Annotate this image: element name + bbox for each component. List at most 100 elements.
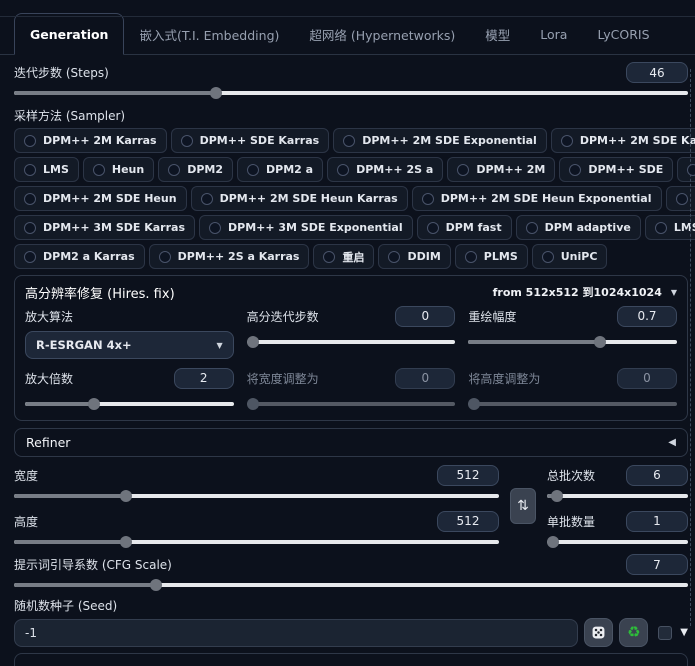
tab-generation[interactable]: Generation xyxy=(14,13,124,55)
refiner-accordion[interactable]: Refiner ◀ xyxy=(14,428,688,457)
random-seed-button[interactable] xyxy=(584,618,613,647)
resize-height-slider[interactable] xyxy=(468,397,677,410)
sampler-option[interactable]: LMS Karras xyxy=(645,215,695,240)
radio-icon xyxy=(542,251,554,263)
upscaler-value: R-ESRGAN 4x+ xyxy=(36,338,132,352)
sampler-option[interactable]: DPM++ 2M SDE Karras xyxy=(551,128,695,153)
sampler-option[interactable]: DPM++ 2S a xyxy=(327,157,443,182)
sampler-option-label: DPM++ 2M SDE Exponential xyxy=(362,134,537,147)
sampler-option[interactable]: DPM++ 2S a Karras xyxy=(149,244,310,269)
seed-label: 随机数种子 (Seed) xyxy=(14,597,688,614)
cfg-input[interactable] xyxy=(626,554,688,575)
sampler-option[interactable]: DPM++ 2M SDE Heun Exponential xyxy=(412,186,662,211)
height-slider[interactable] xyxy=(14,535,499,548)
tab-embedding[interactable]: 嵌入式(T.I. Embedding) xyxy=(124,14,294,54)
sampler-option[interactable]: DPM++ 2M SDE xyxy=(677,157,695,182)
radio-icon xyxy=(181,135,193,147)
sampler-option[interactable]: DPM++ 2M SDE Heun xyxy=(14,186,187,211)
width-label: 宽度 xyxy=(14,467,38,484)
batch-size-input[interactable] xyxy=(626,511,688,532)
swap-dimensions-button[interactable]: ⇅ xyxy=(510,488,536,524)
dimensions-column: 宽度 高度 xyxy=(14,464,499,548)
upscale-by-input[interactable] xyxy=(174,368,234,389)
sampler-option[interactable]: DPM++ 2M SDE Heun Karras xyxy=(191,186,408,211)
sampler-option[interactable]: DPM++ 3M SDE Karras xyxy=(14,215,195,240)
resize-height-label: 将高度调整为 xyxy=(468,370,540,387)
sampler-option[interactable]: DPM++ SDE xyxy=(559,157,673,182)
tab-model[interactable]: 模型 xyxy=(470,14,525,54)
sampler-option[interactable]: Heun xyxy=(83,157,154,182)
extra-seed-checkbox[interactable] xyxy=(658,626,672,640)
steps-input[interactable] xyxy=(626,62,688,83)
radio-icon xyxy=(24,164,36,176)
resize-width-slider[interactable] xyxy=(247,397,456,410)
sampler-option[interactable]: DPM2 a xyxy=(237,157,323,182)
resize-width-input[interactable] xyxy=(395,368,455,389)
batch-size-slider[interactable] xyxy=(547,535,688,548)
batch-count-input[interactable] xyxy=(626,465,688,486)
radio-icon xyxy=(676,193,688,205)
reuse-seed-button[interactable]: ♻ xyxy=(619,618,648,647)
sampler-option[interactable]: DPM fast xyxy=(417,215,512,240)
sampler-option-label: DDIM xyxy=(407,250,440,263)
hires-steps-label: 高分迭代步数 xyxy=(247,308,319,325)
sampler-options: DPM++ 2M Karras DPM++ SDE Karras DPM++ 2… xyxy=(14,128,688,269)
sampler-option[interactable]: 重启 xyxy=(313,244,374,269)
sampler-option[interactable]: DPM2 xyxy=(158,157,233,182)
width-slider[interactable] xyxy=(14,489,499,502)
sampler-option-label: UniPC xyxy=(561,250,598,263)
radio-icon xyxy=(422,193,434,205)
sampler-option-label: DPM2 xyxy=(187,163,223,176)
sampler-option-label: DPM++ 2S a xyxy=(356,163,433,176)
sampler-option[interactable]: LMS xyxy=(14,157,79,182)
sampler-option-label: LMS Karras xyxy=(674,221,695,234)
height-input[interactable] xyxy=(437,511,499,532)
radio-icon xyxy=(24,193,36,205)
tab-lycoris[interactable]: LyCORIS xyxy=(582,14,664,54)
sampler-option[interactable]: DDIM xyxy=(378,244,450,269)
width-input[interactable] xyxy=(437,465,499,486)
tab-lora[interactable]: Lora xyxy=(525,14,582,54)
radio-icon xyxy=(24,251,36,263)
radio-icon xyxy=(655,222,667,234)
seed-row: ♻ ▼ xyxy=(14,618,688,647)
sampler-option[interactable]: DPM++ 2M SDE Exponential xyxy=(333,128,547,153)
sampler-option-label: 重启 xyxy=(342,249,364,265)
hires-steps-field: 高分迭代步数 xyxy=(247,305,456,359)
tab-bar: Generation 嵌入式(T.I. Embedding) 超网络 (Hype… xyxy=(0,13,695,55)
hires-steps-slider[interactable] xyxy=(247,335,456,348)
sampler-option[interactable]: DPM++ SDE Karras xyxy=(171,128,330,153)
denoising-input[interactable] xyxy=(617,306,677,327)
seed-input[interactable] xyxy=(14,619,578,647)
steps-label: 迭代步数 (Steps) xyxy=(14,64,109,81)
radio-icon xyxy=(337,164,349,176)
sampler-option-label: DPM2 a Karras xyxy=(43,250,135,263)
steps-slider[interactable] xyxy=(14,86,688,99)
sampler-option[interactable]: DPM++ 2M Karras xyxy=(14,128,167,153)
sampler-option[interactable]: DPM++ 2M xyxy=(447,157,555,182)
next-section-edge[interactable] xyxy=(14,653,688,666)
hires-fix-title[interactable]: 高分辨率修复 (Hires. fix) xyxy=(25,283,175,302)
sampler-option[interactable]: DPM2 a Karras xyxy=(14,244,145,269)
column-resize-handle[interactable] xyxy=(690,69,691,626)
upscaler-field: 放大算法 R-ESRGAN 4x+ ▼ xyxy=(25,305,234,359)
batch-count-slider[interactable] xyxy=(547,489,688,502)
sampler-option[interactable]: DPM++ 3M SDE Exponential xyxy=(199,215,413,240)
sampler-option[interactable]: PLMS xyxy=(455,244,528,269)
upscale-by-slider[interactable] xyxy=(25,397,234,410)
sampler-option[interactable]: DPM adaptive xyxy=(516,215,641,240)
hires-steps-input[interactable] xyxy=(395,306,455,327)
hires-resolution-preview[interactable]: from 512x512 到1024x1024 ▼ xyxy=(493,284,677,300)
cfg-slider[interactable] xyxy=(14,578,688,591)
upscale-by-field: 放大倍数 xyxy=(25,367,234,410)
denoising-slider[interactable] xyxy=(468,335,677,348)
tab-hypernetworks[interactable]: 超网络 (Hypernetworks) xyxy=(294,14,470,54)
resize-height-input[interactable] xyxy=(617,368,677,389)
sampler-option-label: DPM++ SDE xyxy=(588,163,663,176)
radio-icon xyxy=(526,222,538,234)
upscaler-dropdown[interactable]: R-ESRGAN 4x+ ▼ xyxy=(25,331,234,359)
chevron-down-icon[interactable]: ▼ xyxy=(680,627,688,638)
radio-icon xyxy=(24,222,36,234)
radio-icon xyxy=(201,193,213,205)
sampler-option[interactable]: UniPC xyxy=(532,244,608,269)
